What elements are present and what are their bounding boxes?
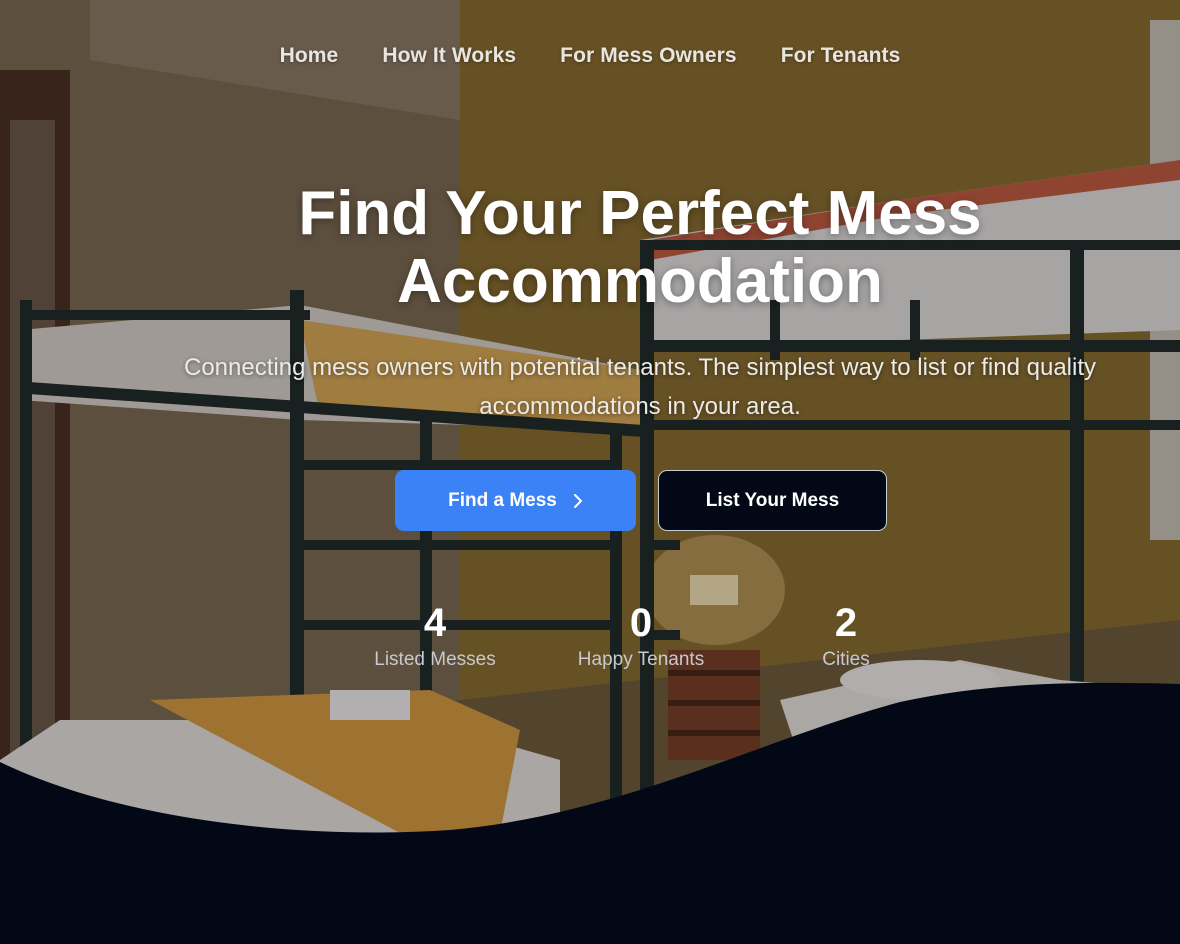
list-your-mess-label: List Your Mess: [705, 489, 840, 511]
nav-for-mess-owners[interactable]: For Mess Owners: [560, 44, 737, 68]
hero-title-line1: Find Your Perfect Mess: [298, 179, 982, 248]
stat-happy-tenants: 0 Happy Tenants: [551, 600, 731, 672]
stat-value: 0: [629, 601, 653, 645]
find-a-mess-button[interactable]: Find a Mess: [395, 470, 636, 531]
stat-label: Listed Messes: [374, 649, 496, 670]
chevron-right-icon: [573, 493, 582, 508]
stat-value: 4: [423, 601, 447, 645]
top-navigation: Home How It Works For Mess Owners For Te…: [0, 44, 1180, 68]
nav-for-tenants[interactable]: For Tenants: [781, 44, 901, 68]
stat-label: Happy Tenants: [577, 649, 705, 670]
nav-home[interactable]: Home: [280, 44, 339, 68]
hero-subtitle: Connecting mess owners with potential te…: [184, 354, 1096, 420]
stat-label: Cities: [822, 649, 870, 670]
stat-listed-messes: 4 Listed Messes: [345, 600, 525, 672]
hero-title: Find Your Perfect Mess Accommodation: [0, 180, 1180, 316]
hero-title-line2: Accommodation: [397, 247, 883, 316]
wave-divider: [0, 682, 1180, 944]
nav-how-it-works[interactable]: How It Works: [382, 44, 516, 68]
stat-cities: 2 Cities: [756, 600, 936, 672]
find-a-mess-label: Find a Mess: [448, 489, 557, 511]
list-your-mess-button[interactable]: List Your Mess: [658, 470, 887, 531]
stat-value: 2: [834, 601, 858, 645]
